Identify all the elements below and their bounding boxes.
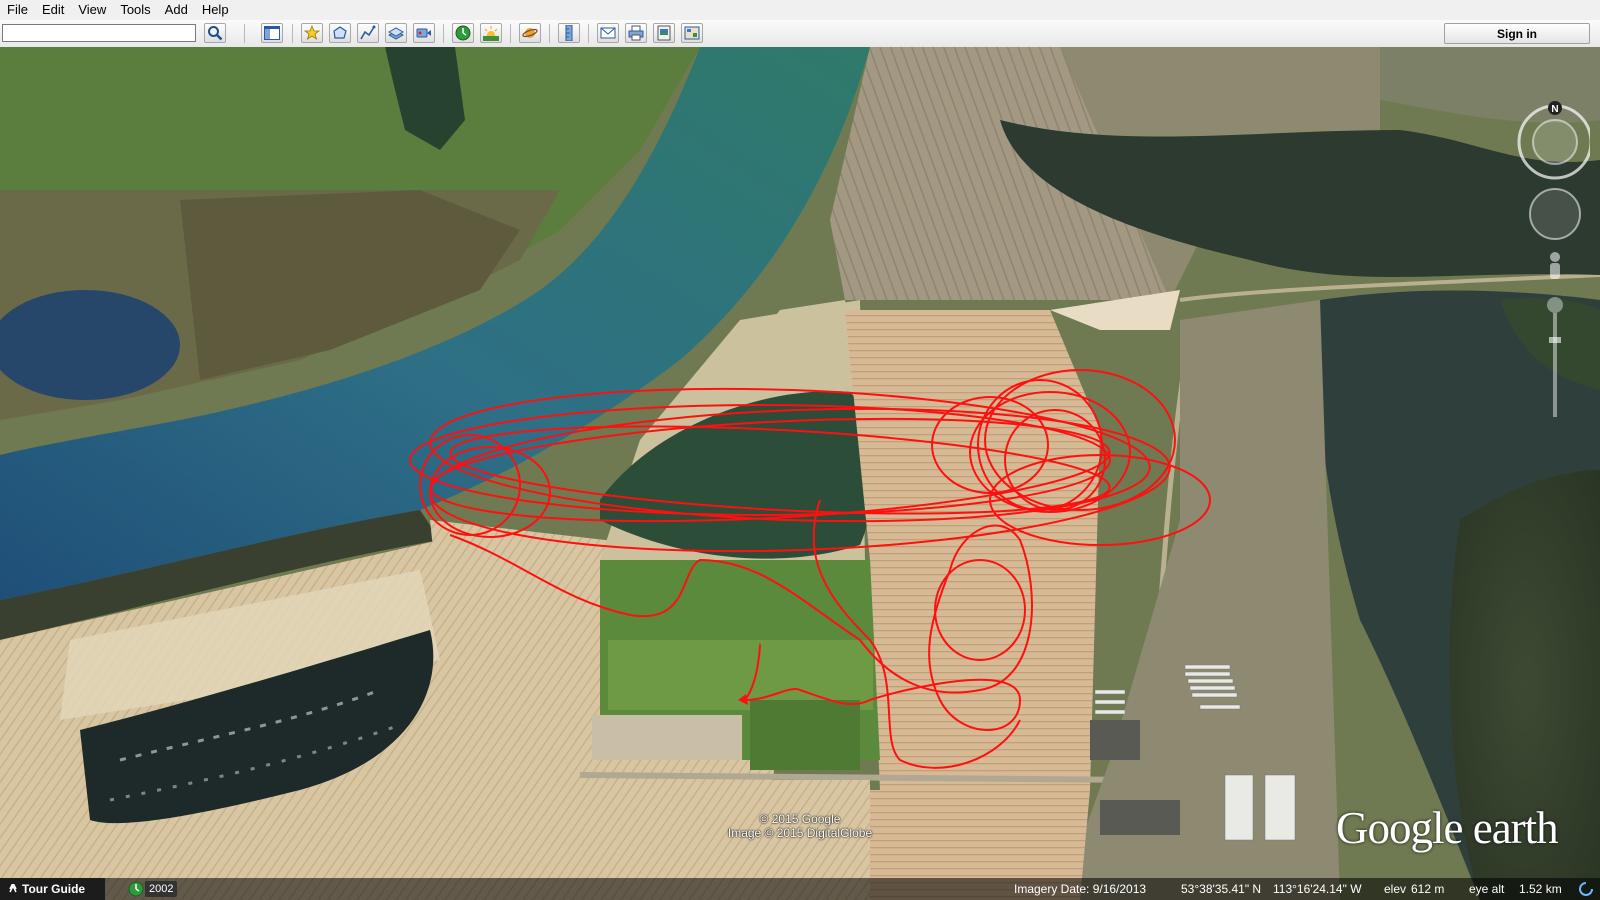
elevation-value: 612 m	[1411, 882, 1445, 896]
menu-bar: File Edit View Tools Add Help	[0, 0, 1600, 20]
move-joystick[interactable]	[1529, 188, 1581, 240]
toolbar-separator	[292, 24, 293, 43]
elevation-label: elev	[1384, 882, 1407, 896]
search-icon	[208, 26, 223, 41]
planets-button[interactable]	[519, 23, 541, 43]
polygon-icon	[333, 26, 347, 39]
add-polygon-button[interactable]	[329, 23, 351, 43]
tour-guide-label: Tour Guide	[22, 882, 86, 896]
zoom-slider[interactable]	[1547, 297, 1563, 417]
google-earth-logo: Google earth	[1336, 803, 1559, 853]
search-input[interactable]	[2, 24, 196, 42]
flight-track	[409, 369, 1211, 769]
menu-add[interactable]: Add	[158, 0, 195, 20]
toolbar-separator	[588, 24, 589, 43]
latitude-readout: 53°38'35.41" N	[1181, 882, 1262, 896]
flight-track-segment	[984, 369, 1176, 511]
planets-icon	[522, 28, 538, 38]
tour-guide-button[interactable]: Tour Guide	[0, 878, 106, 900]
print-icon	[628, 25, 644, 41]
print-button[interactable]	[625, 23, 647, 43]
placemark-icon	[304, 25, 320, 40]
longitude-readout: 113°16'24.14" W	[1273, 882, 1362, 896]
toolbar-separator	[549, 24, 550, 43]
toolbar-separator	[443, 24, 444, 43]
chevron-up-icon	[9, 884, 17, 893]
copyright-digitalglobe: Image © 2015 DigitalGlobe	[727, 826, 873, 840]
toolbar-separator	[244, 24, 245, 43]
status-bar: Tour Guide 2002 Imagery Date: 9/16/2013 …	[0, 878, 1600, 900]
historical-imagery-button[interactable]	[452, 23, 474, 43]
streaming-progress-icon	[1579, 882, 1593, 896]
sidebar-toggle-button[interactable]	[261, 23, 283, 43]
flight-track-segment	[429, 417, 1111, 523]
toolbar-separator	[510, 24, 511, 43]
historical-imagery-status-icon[interactable]	[128, 881, 144, 897]
menu-file[interactable]: File	[0, 0, 35, 20]
flight-track-segment	[449, 425, 1111, 515]
compass-label: N	[1551, 104, 1558, 115]
menu-edit[interactable]: Edit	[35, 0, 71, 20]
historical-imagery-icon	[455, 25, 471, 41]
path-icon	[360, 25, 376, 40]
save-image-button[interactable]	[653, 23, 675, 43]
record-tour-button[interactable]	[413, 23, 435, 43]
email-icon	[600, 27, 616, 39]
ruler-icon	[565, 25, 573, 41]
flight-track-segment	[812, 499, 1021, 769]
flight-track-segment	[977, 379, 1103, 511]
menu-help[interactable]: Help	[195, 0, 236, 20]
overlay-icon	[388, 27, 404, 40]
sunlight-icon	[483, 26, 499, 41]
email-button[interactable]	[597, 23, 619, 43]
menu-tools[interactable]: Tools	[113, 0, 157, 20]
sign-in-button[interactable]: Sign in	[1444, 23, 1590, 44]
navigation-controls: N	[1510, 97, 1593, 427]
historical-imagery-year[interactable]: 2002	[145, 881, 178, 897]
nav-widget: N	[1517, 101, 1593, 417]
add-overlay-button[interactable]	[385, 23, 407, 43]
save-image-icon	[657, 25, 671, 41]
copyright-google: © 2015 Google	[759, 812, 841, 826]
add-path-button[interactable]	[357, 23, 379, 43]
eye-alt-value: 1.52 km	[1519, 882, 1562, 896]
view-in-maps-button[interactable]	[681, 23, 703, 43]
sunlight-button[interactable]	[480, 23, 502, 43]
maps-icon	[684, 26, 700, 40]
add-placemark-button[interactable]	[301, 23, 323, 43]
eye-alt-label: eye alt	[1469, 882, 1505, 896]
menu-view[interactable]: View	[71, 0, 113, 20]
ruler-button[interactable]	[558, 23, 580, 43]
look-joystick[interactable]	[1517, 104, 1593, 180]
compass-north[interactable]: N	[1548, 101, 1562, 115]
sidebar-icon	[264, 26, 280, 40]
search-button[interactable]	[204, 23, 226, 43]
map-view[interactable]: © 2015 Google Image © 2015 DigitalGlobe …	[0, 47, 1600, 900]
imagery-copyright: © 2015 Google Image © 2015 DigitalGlobe	[700, 812, 900, 840]
toolbar: Sign in	[0, 20, 1600, 48]
imagery-date: Imagery Date: 9/16/2013	[1014, 882, 1147, 896]
street-view-pegman-icon[interactable]	[1550, 252, 1560, 279]
record-tour-icon	[416, 28, 431, 38]
track-end-marker	[738, 694, 748, 705]
